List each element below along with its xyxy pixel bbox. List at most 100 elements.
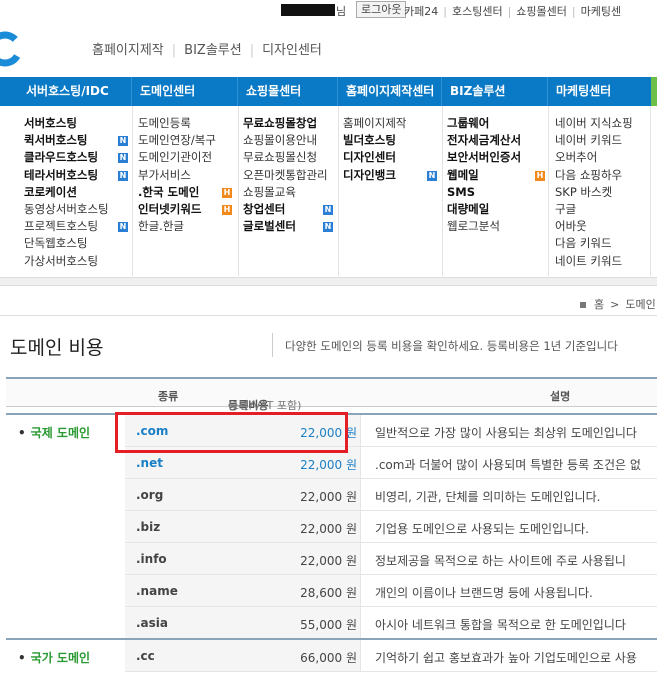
dropdown-item[interactable]: 웹로그분석 xyxy=(447,218,521,235)
dropdown-item[interactable]: 도메인연장/복구 xyxy=(138,132,216,149)
dropdown-item-label: SMS xyxy=(447,184,476,199)
dropdown-item[interactable]: 도메인등록 xyxy=(138,115,216,132)
dropdown-item[interactable]: 글로벌센터 N xyxy=(243,218,333,235)
domain-description: 정보제공을 목적으로 하는 사이트에 주로 사용됩니 xyxy=(375,554,626,568)
dropdown-item[interactable]: 단독웹호스팅 xyxy=(24,235,109,252)
util-link-hosting[interactable]: 호스팅센터 xyxy=(452,5,503,18)
dropdown-col-homepage: 홈페이지제작빌더호스팅 디자인센터 디자인뱅크 N xyxy=(343,115,437,184)
logout-button[interactable]: 로그아웃 xyxy=(356,1,407,18)
dropdown-item[interactable]: 오픈마켓통합관리 xyxy=(243,167,328,184)
dropdown-item-label: 네이버 지식쇼핑 xyxy=(555,116,633,130)
dropdown-item[interactable]: 디자인센터 xyxy=(343,149,406,166)
menu-marketing[interactable]: 마케팅센터 xyxy=(548,77,650,106)
dropdown-item[interactable]: .한국 도메인 H xyxy=(138,184,232,201)
dropdown-item[interactable]: 쇼핑몰교육 xyxy=(243,184,328,201)
dropdown-item-label: 도메인기관이전 xyxy=(138,150,213,165)
dropdown-item[interactable]: 네이트 키워드 xyxy=(555,253,633,270)
dropdown-item-label: 글로벌센터 xyxy=(243,219,296,234)
topnav-design[interactable]: 디자인센터 xyxy=(262,43,322,58)
dropdown-item[interactable]: 네이버 키워드 xyxy=(555,132,633,149)
new-badge-icon: N xyxy=(118,153,128,164)
menu-domain[interactable]: 도메인센터 xyxy=(132,77,238,106)
hot-badge-icon: H xyxy=(535,170,545,181)
dropdown-item[interactable]: 전자세금계산서 xyxy=(447,132,521,149)
breadcrumb-current: 도메인 xyxy=(625,298,656,311)
cafe24-logo-icon[interactable] xyxy=(0,30,24,68)
dropdown-item-label: 그룹웨어 xyxy=(447,116,490,130)
dropdown-item-label: 코로케이션 xyxy=(24,184,77,199)
dropdown-item[interactable]: 한글.한글 xyxy=(138,218,216,235)
dropdown-item[interactable]: 그룹웨어 xyxy=(447,115,521,132)
separator-band xyxy=(0,278,657,286)
dropdown-item[interactable]: 디자인뱅크 N xyxy=(343,167,437,184)
domain-name[interactable]: .net xyxy=(136,456,163,470)
menu-biz[interactable]: BIZ솔루션 xyxy=(442,77,548,106)
breadcrumb-home[interactable]: 홈 xyxy=(594,298,604,311)
dropdown-item[interactable]: 구글 xyxy=(555,201,633,218)
domain-name: .info xyxy=(136,552,167,566)
table-row: .name 28,600 원 개인의 이름이나 브랜드명 등에 사용됩니다. xyxy=(125,575,657,607)
dropdown-item-label: 대량메일 xyxy=(447,202,490,217)
dropdown-item[interactable]: 가상서버호스팅 xyxy=(24,253,109,270)
dropdown-item[interactable]: 오버추어 xyxy=(555,149,633,166)
domain-name: .biz xyxy=(136,520,161,534)
domain-description: 개인의 이름이나 브랜드명 등에 사용됩니다. xyxy=(375,586,593,600)
dropdown-item-label: .한국 도메인 xyxy=(138,184,200,199)
table-row: .cc 66,000 원 기억하기 쉽고 홍보효과가 높아 기업도메인으로 사용 xyxy=(125,640,657,672)
dropdown-item[interactable]: 테라서버호스팅 N xyxy=(24,167,128,184)
dropdown-item[interactable]: 다음 키워드 xyxy=(555,235,633,252)
table-row: .biz 22,000 원 기업용 도메인으로 사용되는 도메인입니다. xyxy=(125,511,657,543)
menu-edge xyxy=(651,77,657,106)
new-badge-icon: N xyxy=(323,205,333,216)
new-badge-icon: N xyxy=(323,222,333,233)
dropdown-item-label: 퀵서버호스팅 xyxy=(24,133,88,148)
dropdown-item[interactable]: 다음 쇼핑하우 xyxy=(555,167,633,184)
category-international: • 국제 도메인 xyxy=(18,426,91,440)
util-link-cafe24[interactable]: 카페24 xyxy=(404,5,438,18)
dropdown-item-label: 네이버 키워드 xyxy=(555,133,623,148)
table-row: .asia 55,000 원 아시아 네트워크 통합을 목적으로 한 도메인입니다 xyxy=(125,607,657,639)
topnav-homepage[interactable]: 홈페이지제작 xyxy=(92,43,164,58)
dropdown-item[interactable]: 홈페이지제작 xyxy=(343,115,406,132)
domain-description: 일반적으로 가장 많이 사용되는 최상위 도메인입니다 xyxy=(375,426,637,440)
dropdown-item[interactable]: SKP 바스켓 xyxy=(555,184,633,201)
util-link-shopping[interactable]: 쇼핑몰센터 xyxy=(516,5,567,18)
topnav-biz[interactable]: BIZ솔루션 xyxy=(184,43,242,58)
dropdown-item[interactable]: 창업센터 N xyxy=(243,201,333,218)
dropdown-item[interactable]: 어바웃 xyxy=(555,218,633,235)
dropdown-item[interactable]: 무료쇼핑몰신청 xyxy=(243,149,328,166)
dropdown-item-label: 가상서버호스팅 xyxy=(24,253,99,268)
dropdown-item[interactable]: 네이버 지식쇼핑 xyxy=(555,115,633,132)
domain-price: 66,000 원 xyxy=(300,651,357,665)
dropdown-item[interactable]: 프로젝트호스팅 N xyxy=(24,218,128,235)
dropdown-item[interactable]: 퀵서버호스팅 N xyxy=(24,132,128,149)
domain-price: 28,600 원 xyxy=(300,586,357,600)
dropdown-item[interactable]: 도메인기관이전 xyxy=(138,149,216,166)
domain-name: .name xyxy=(136,584,178,598)
dropdown-item[interactable]: 무료쇼핑몰창업 xyxy=(243,115,328,132)
dropdown-item[interactable]: 클라우드호스팅 N xyxy=(24,149,128,166)
dropdown-item-label: 동영상서버호스팅 xyxy=(24,202,109,217)
dropdown-item[interactable]: 쇼핑몰이용안내 xyxy=(243,132,328,149)
dropdown-col-shopping: 무료쇼핑몰창업 쇼핑몰이용안내 무료쇼핑몰신청 오픈마켓통합관리 쇼핑몰교육 창업센터 N 글… xyxy=(243,115,333,235)
dropdown-item-label: 홈페이지제작 xyxy=(343,116,407,130)
menu-shopping[interactable]: 쇼핑몰센터 xyxy=(238,77,338,106)
dropdown-item[interactable]: 빌더호스팅 xyxy=(343,132,406,149)
dropdown-item[interactable]: 코로케이션 xyxy=(24,184,109,201)
page-description: 다양한 도메인의 등록 비용을 확인하세요. 등록비용은 1년 기준입니다 xyxy=(285,339,618,353)
menu-homepage[interactable]: 홈페이지제작센터 xyxy=(338,77,442,106)
dropdown-item[interactable]: 서버호스팅 xyxy=(24,115,109,132)
dropdown-item[interactable]: 인터넷키워드 H xyxy=(138,201,232,218)
dropdown-item[interactable]: 부가서비스 xyxy=(138,167,216,184)
header-type: 종류 xyxy=(158,390,179,403)
dropdown-item[interactable]: 대량메일 xyxy=(447,201,521,218)
dropdown-item[interactable]: SMS xyxy=(447,184,521,201)
dropdown-item[interactable]: 웹메일 H xyxy=(447,167,545,184)
domain-description: 비영리, 기관, 단체를 의미하는 도메인입니다. xyxy=(375,490,601,504)
util-link-marketing[interactable]: 마케팅센 xyxy=(581,5,621,18)
menu-server-hosting[interactable]: 서버호스팅/IDC xyxy=(18,77,132,106)
dropdown-item-label: 빌더호스팅 xyxy=(343,133,396,148)
dropdown-item[interactable]: 보안서버인증서 xyxy=(447,149,521,166)
dropdown-item[interactable]: 동영상서버호스팅 xyxy=(24,201,109,218)
hot-badge-icon: H xyxy=(222,187,232,198)
